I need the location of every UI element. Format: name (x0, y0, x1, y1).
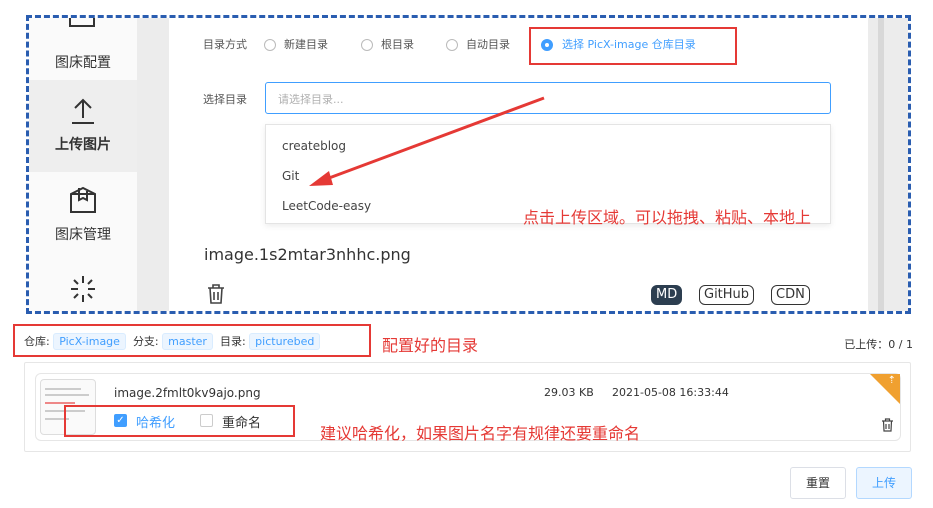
box-icon (70, 186, 96, 213)
radio-root-dir[interactable] (361, 39, 373, 51)
sidebar-gutter (137, 18, 169, 311)
dir-chip: picturebed (249, 333, 321, 350)
radio-new-dir[interactable] (264, 39, 276, 51)
trash-icon[interactable] (881, 418, 894, 432)
branch-chip: master (162, 333, 213, 350)
item-file-name: image.2fmlt0kv9ajo.png (114, 386, 261, 400)
tag-github[interactable]: GitHub (699, 285, 755, 305)
annotation-configured-dir: 配置好的目录 (382, 336, 479, 355)
radio-label: 新建目录 (284, 38, 328, 51)
settings-icon (69, 18, 95, 27)
upload-icon: ⇡ (887, 375, 896, 386)
trash-icon[interactable] (207, 284, 225, 304)
scrollbar[interactable] (878, 18, 884, 311)
dropdown-item[interactable]: Git (282, 169, 299, 183)
sidebar: 图床配置 上传图片 图床管理 (29, 18, 137, 311)
annotation-upload-area: 点击上传区域。可以拖拽、粘贴、本地上 (523, 208, 812, 227)
dir-mode-label: 目录方式 (203, 38, 247, 51)
radio-label: 自动目录 (466, 38, 510, 51)
dir-select-label: 选择目录 (203, 93, 247, 106)
preview-file-name: image.1s2mtar3nhhc.png (204, 245, 411, 264)
upload-icon (72, 98, 94, 124)
upload-area-screenshot: 图床配置 上传图片 图床管理 目录方式 新建目录 根目录 自动目录 选择 Pic… (26, 15, 911, 314)
branch-label: 分支: (132, 335, 159, 348)
tag-md[interactable]: MD (651, 285, 683, 305)
repo-info: 仓库: PicX-image 分支: master 目录: picturebed (24, 333, 321, 353)
highlight-box (64, 405, 295, 437)
radio-auto-dir[interactable] (446, 39, 458, 51)
sidebar-item-upload[interactable]: 上传图片 (29, 80, 137, 172)
reset-button[interactable]: 重置 (790, 467, 846, 499)
repo-label: 仓库: (24, 335, 50, 348)
loading-icon (71, 276, 95, 302)
sidebar-item-label: 图床配置 (55, 55, 111, 71)
upload-count: 已上传：0 / 1 (844, 338, 913, 351)
highlight-box (529, 27, 737, 65)
dir-label: 目录: (219, 335, 246, 348)
dropdown-item[interactable]: LeetCode-easy (282, 199, 371, 213)
radio-label: 根目录 (381, 38, 414, 51)
sidebar-item-label: 上传图片 (55, 137, 111, 153)
tag-cdn[interactable]: CDN (771, 285, 810, 305)
sidebar-item-manage[interactable]: 图床管理 (29, 172, 137, 264)
right-gutter (868, 18, 908, 311)
sidebar-item-loading (29, 264, 137, 311)
arrow-annotation (309, 96, 545, 186)
item-file-size: 29.03 KB (544, 386, 594, 399)
repo-chip: PicX-image (53, 333, 126, 350)
item-date: 2021-05-08 16:33:44 (612, 386, 729, 399)
upload-button[interactable]: 上传 (856, 467, 912, 499)
sidebar-item-config[interactable]: 图床配置 (29, 18, 137, 88)
annotation-hash-tip: 建议哈希化，如果图片名字有规律还要重命名 (320, 424, 641, 443)
sidebar-item-label: 图床管理 (55, 227, 111, 243)
